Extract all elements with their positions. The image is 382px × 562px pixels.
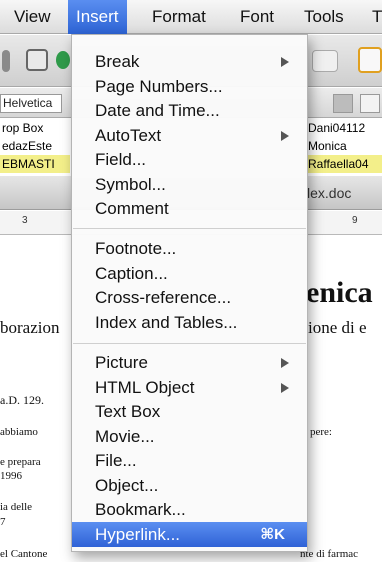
gallery-icon[interactable] [358,47,382,73]
menu-item-field[interactable]: Field... [72,147,307,172]
menu-item-footnote[interactable]: Footnote... [72,236,307,261]
menu-insert[interactable]: Insert [68,0,127,34]
align-center-button[interactable] [360,94,380,113]
menu-view[interactable]: View [14,0,51,34]
submenu-arrow-icon [281,383,289,393]
doc-line: nte di farmac [300,548,359,560]
ruler-tick: 3 [22,215,28,226]
autotext-list: Dani04112 Monica Raffaella04 [305,119,382,175]
print-preview-icon[interactable] [26,49,48,71]
doc-line: 7 [0,516,6,528]
doc-line: abbiamo [0,426,38,438]
doc-line: pere: [310,426,332,438]
style-list: rop Box edazEste EBMASTI [0,119,70,175]
menu-table-truncated[interactable]: T [372,0,382,34]
doc-line: el Cantone [0,548,48,560]
doc-line: a.D. 129. [0,393,44,407]
menu-item-bookmark[interactable]: Bookmark... [72,497,307,522]
menu-item-movie[interactable]: Movie... [72,424,307,449]
menu-item-hyperlink[interactable]: Hyperlink... ⌘K [72,522,307,547]
doc-line: borazion [0,318,60,337]
font-name-field[interactable]: Helvetica [0,94,62,113]
submenu-arrow-icon [281,131,289,141]
submenu-arrow-icon [281,57,289,67]
menu-separator [73,343,306,344]
menu-item-autotext[interactable]: AutoText [72,123,307,148]
menu-item-caption[interactable]: Caption... [72,261,307,286]
menu-item-page-numbers[interactable]: Page Numbers... [72,74,307,99]
menu-item-comment[interactable]: Comment [72,196,307,221]
list-item[interactable]: edazEste [0,137,70,155]
menu-item-html-object[interactable]: HTML Object [72,375,307,400]
menu-item-symbol[interactable]: Symbol... [72,172,307,197]
document-filename: lex.doc [307,185,352,201]
align-left-button[interactable] [333,94,353,113]
doc-line: 1996 [0,470,22,482]
list-item[interactable]: Dani04112 [305,119,382,137]
list-item[interactable]: EBMASTI [0,155,70,173]
list-item[interactable]: rop Box [0,119,70,137]
menu-item-cross-reference[interactable]: Cross-reference... [72,285,307,310]
shortcut-label: ⌘K [260,526,285,543]
menu-item-index-and-tables[interactable]: Index and Tables... [72,310,307,335]
menu-separator [73,228,306,229]
menu-item-break[interactable]: Break [72,49,307,74]
insert-menu: Break Page Numbers... Date and Time... A… [71,34,308,552]
menu-item-text-box[interactable]: Text Box [72,399,307,424]
doc-line: ione di e [308,318,367,337]
menu-item-picture[interactable]: Picture [72,350,307,375]
doc-line: e prepara [0,456,41,468]
list-item[interactable]: Raffaella04 [305,155,382,173]
menu-bar: View Insert Format Font Tools T [0,0,382,34]
menu-tools[interactable]: Tools [304,0,344,34]
menu-format[interactable]: Format [152,0,206,34]
ruler-tick: 9 [352,215,358,226]
undo-icon[interactable] [312,50,338,72]
print-icon[interactable] [2,50,10,72]
submenu-arrow-icon [281,358,289,368]
menu-item-file[interactable]: File... [72,448,307,473]
list-item[interactable]: Monica [305,137,382,155]
doc-line: ia delle [0,501,33,513]
menu-font[interactable]: Font [240,0,274,34]
globe-icon[interactable] [56,51,70,69]
menu-item-object[interactable]: Object... [72,473,307,498]
menu-item-date-and-time[interactable]: Date and Time... [72,98,307,123]
doc-heading: enica [306,276,373,309]
